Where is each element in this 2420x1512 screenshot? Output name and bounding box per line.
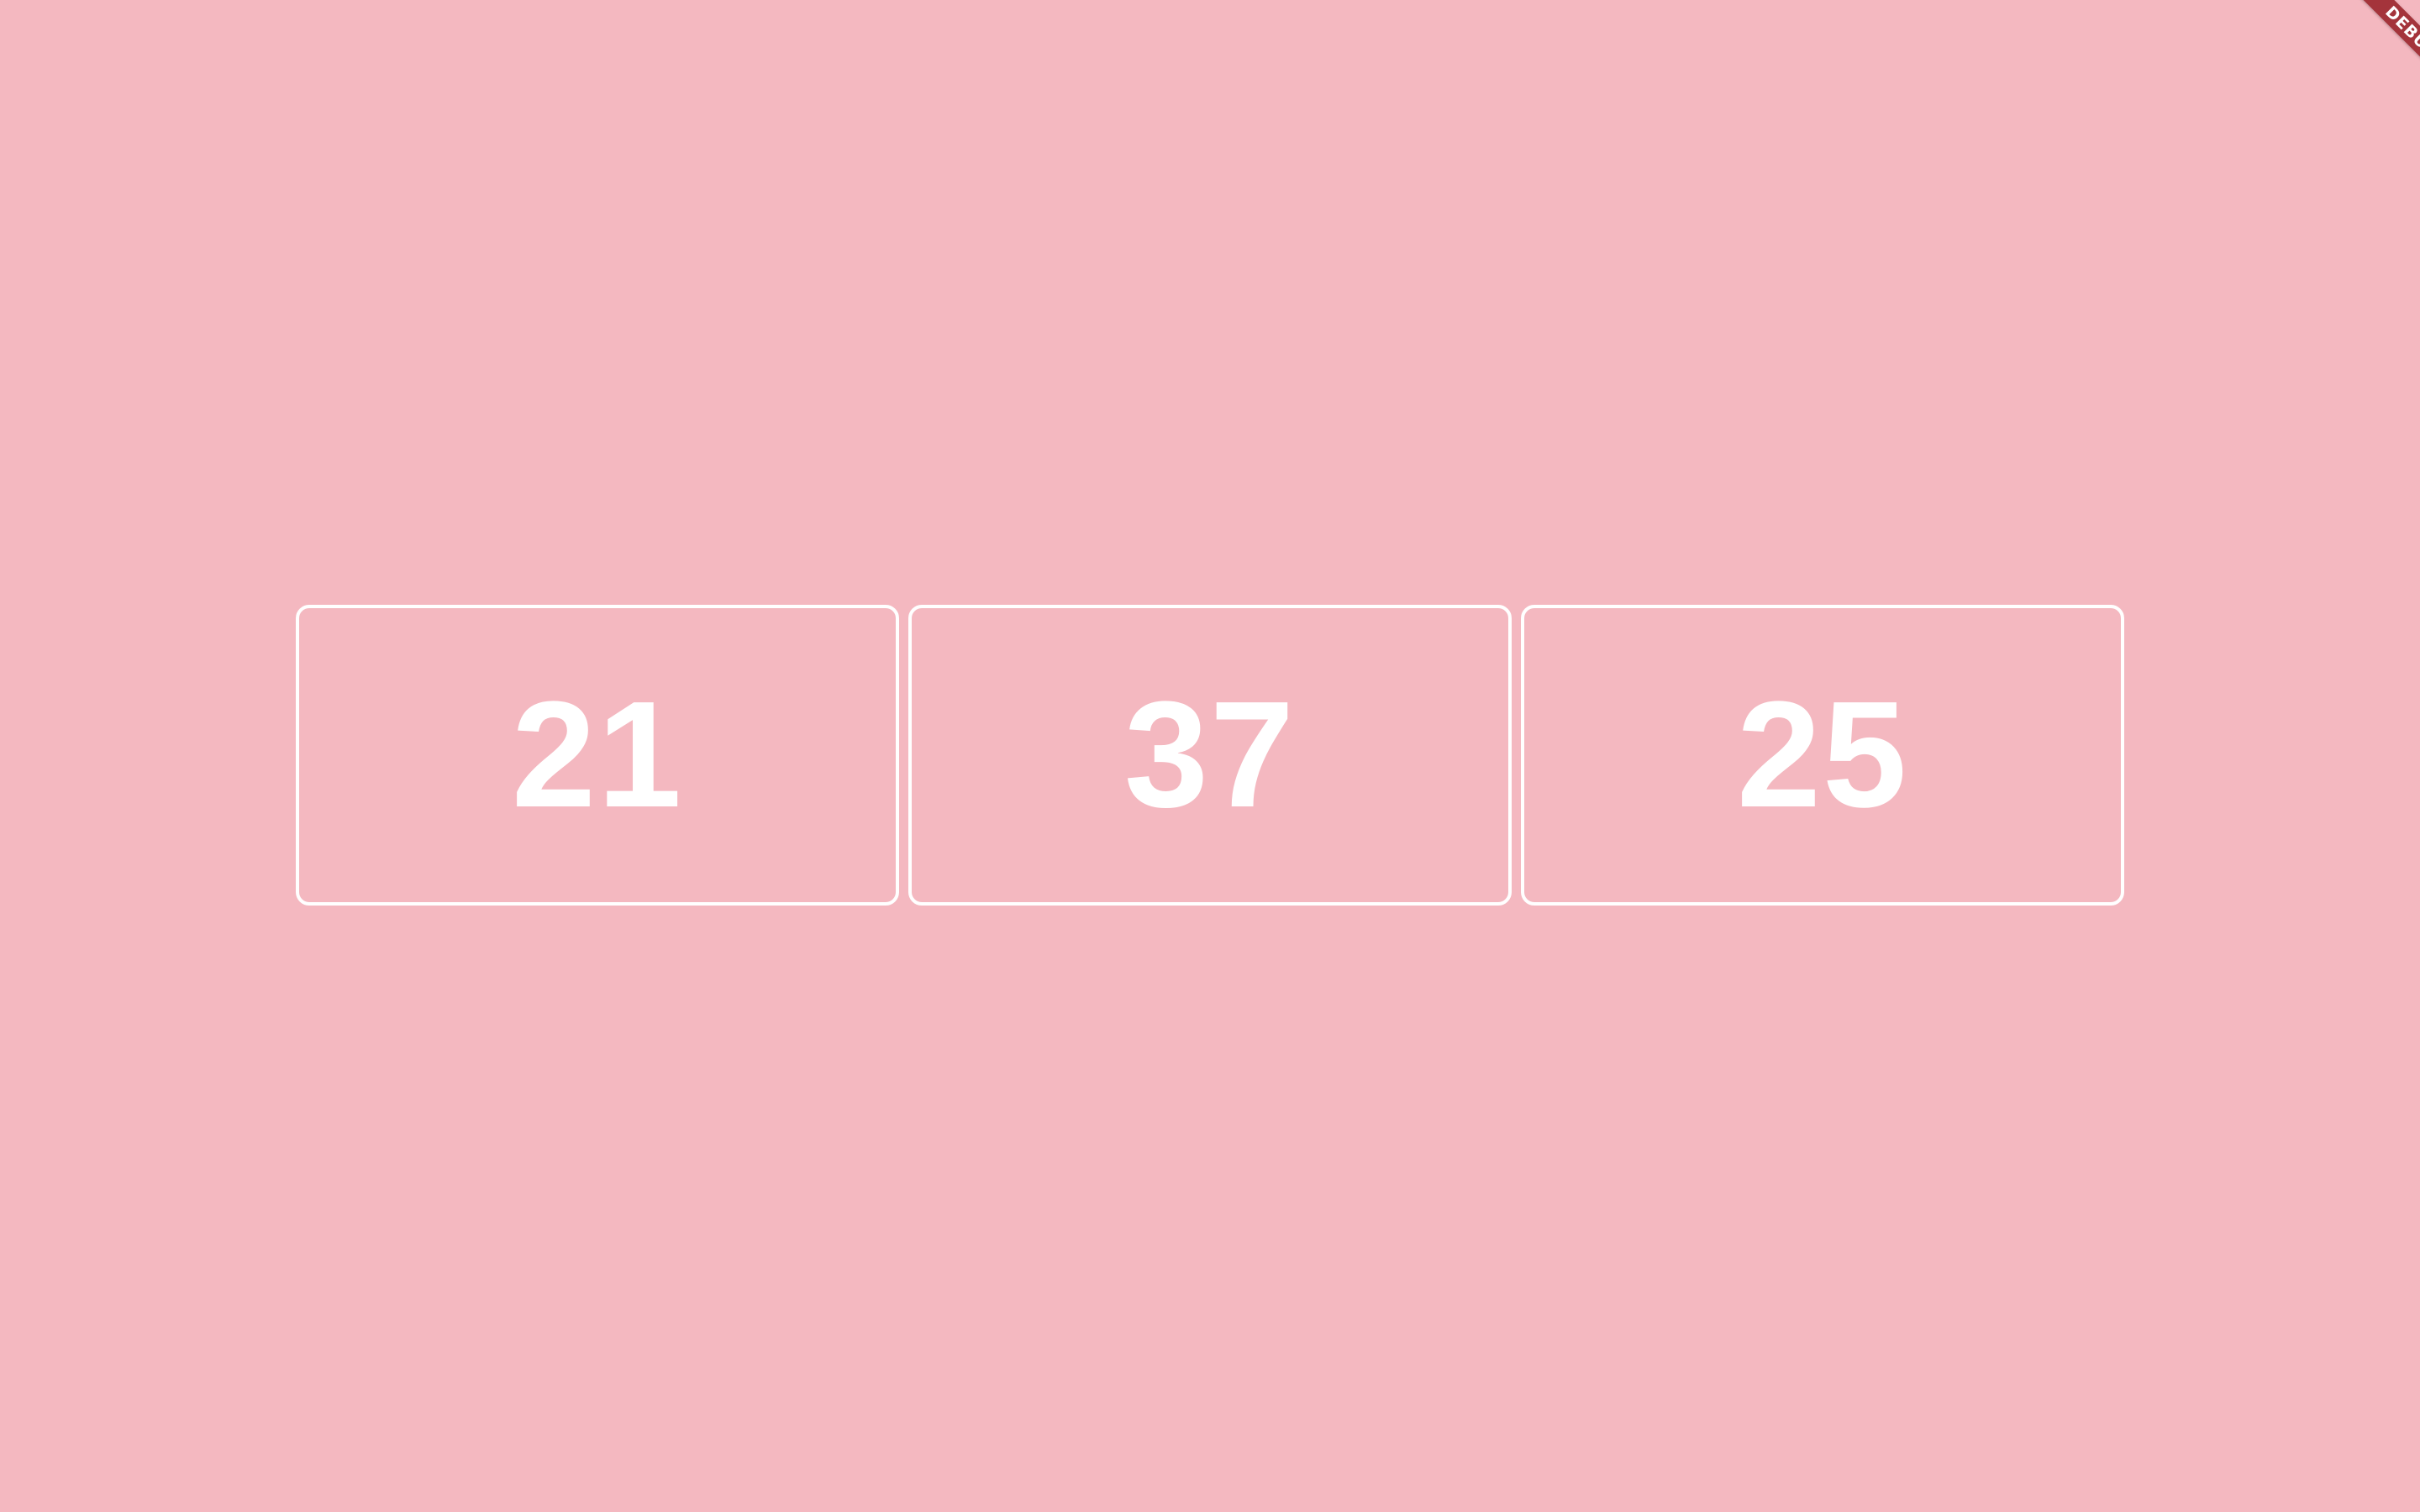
debug-banner: DEBUG — [2311, 0, 2420, 109]
counter-value-3: 25 — [1736, 670, 1909, 839]
debug-banner-label: DEBUG — [2338, 0, 2420, 106]
counter-value-1: 21 — [511, 670, 684, 839]
counter-value-2: 37 — [1123, 670, 1297, 839]
counter-card-3[interactable]: 25 — [1521, 605, 2124, 906]
counter-row: 21 37 25 — [296, 605, 2124, 906]
counter-card-1[interactable]: 21 — [296, 605, 899, 906]
counter-card-2[interactable]: 37 — [908, 605, 1512, 906]
app-screen: 21 37 25 DEBUG — [0, 0, 2420, 1512]
